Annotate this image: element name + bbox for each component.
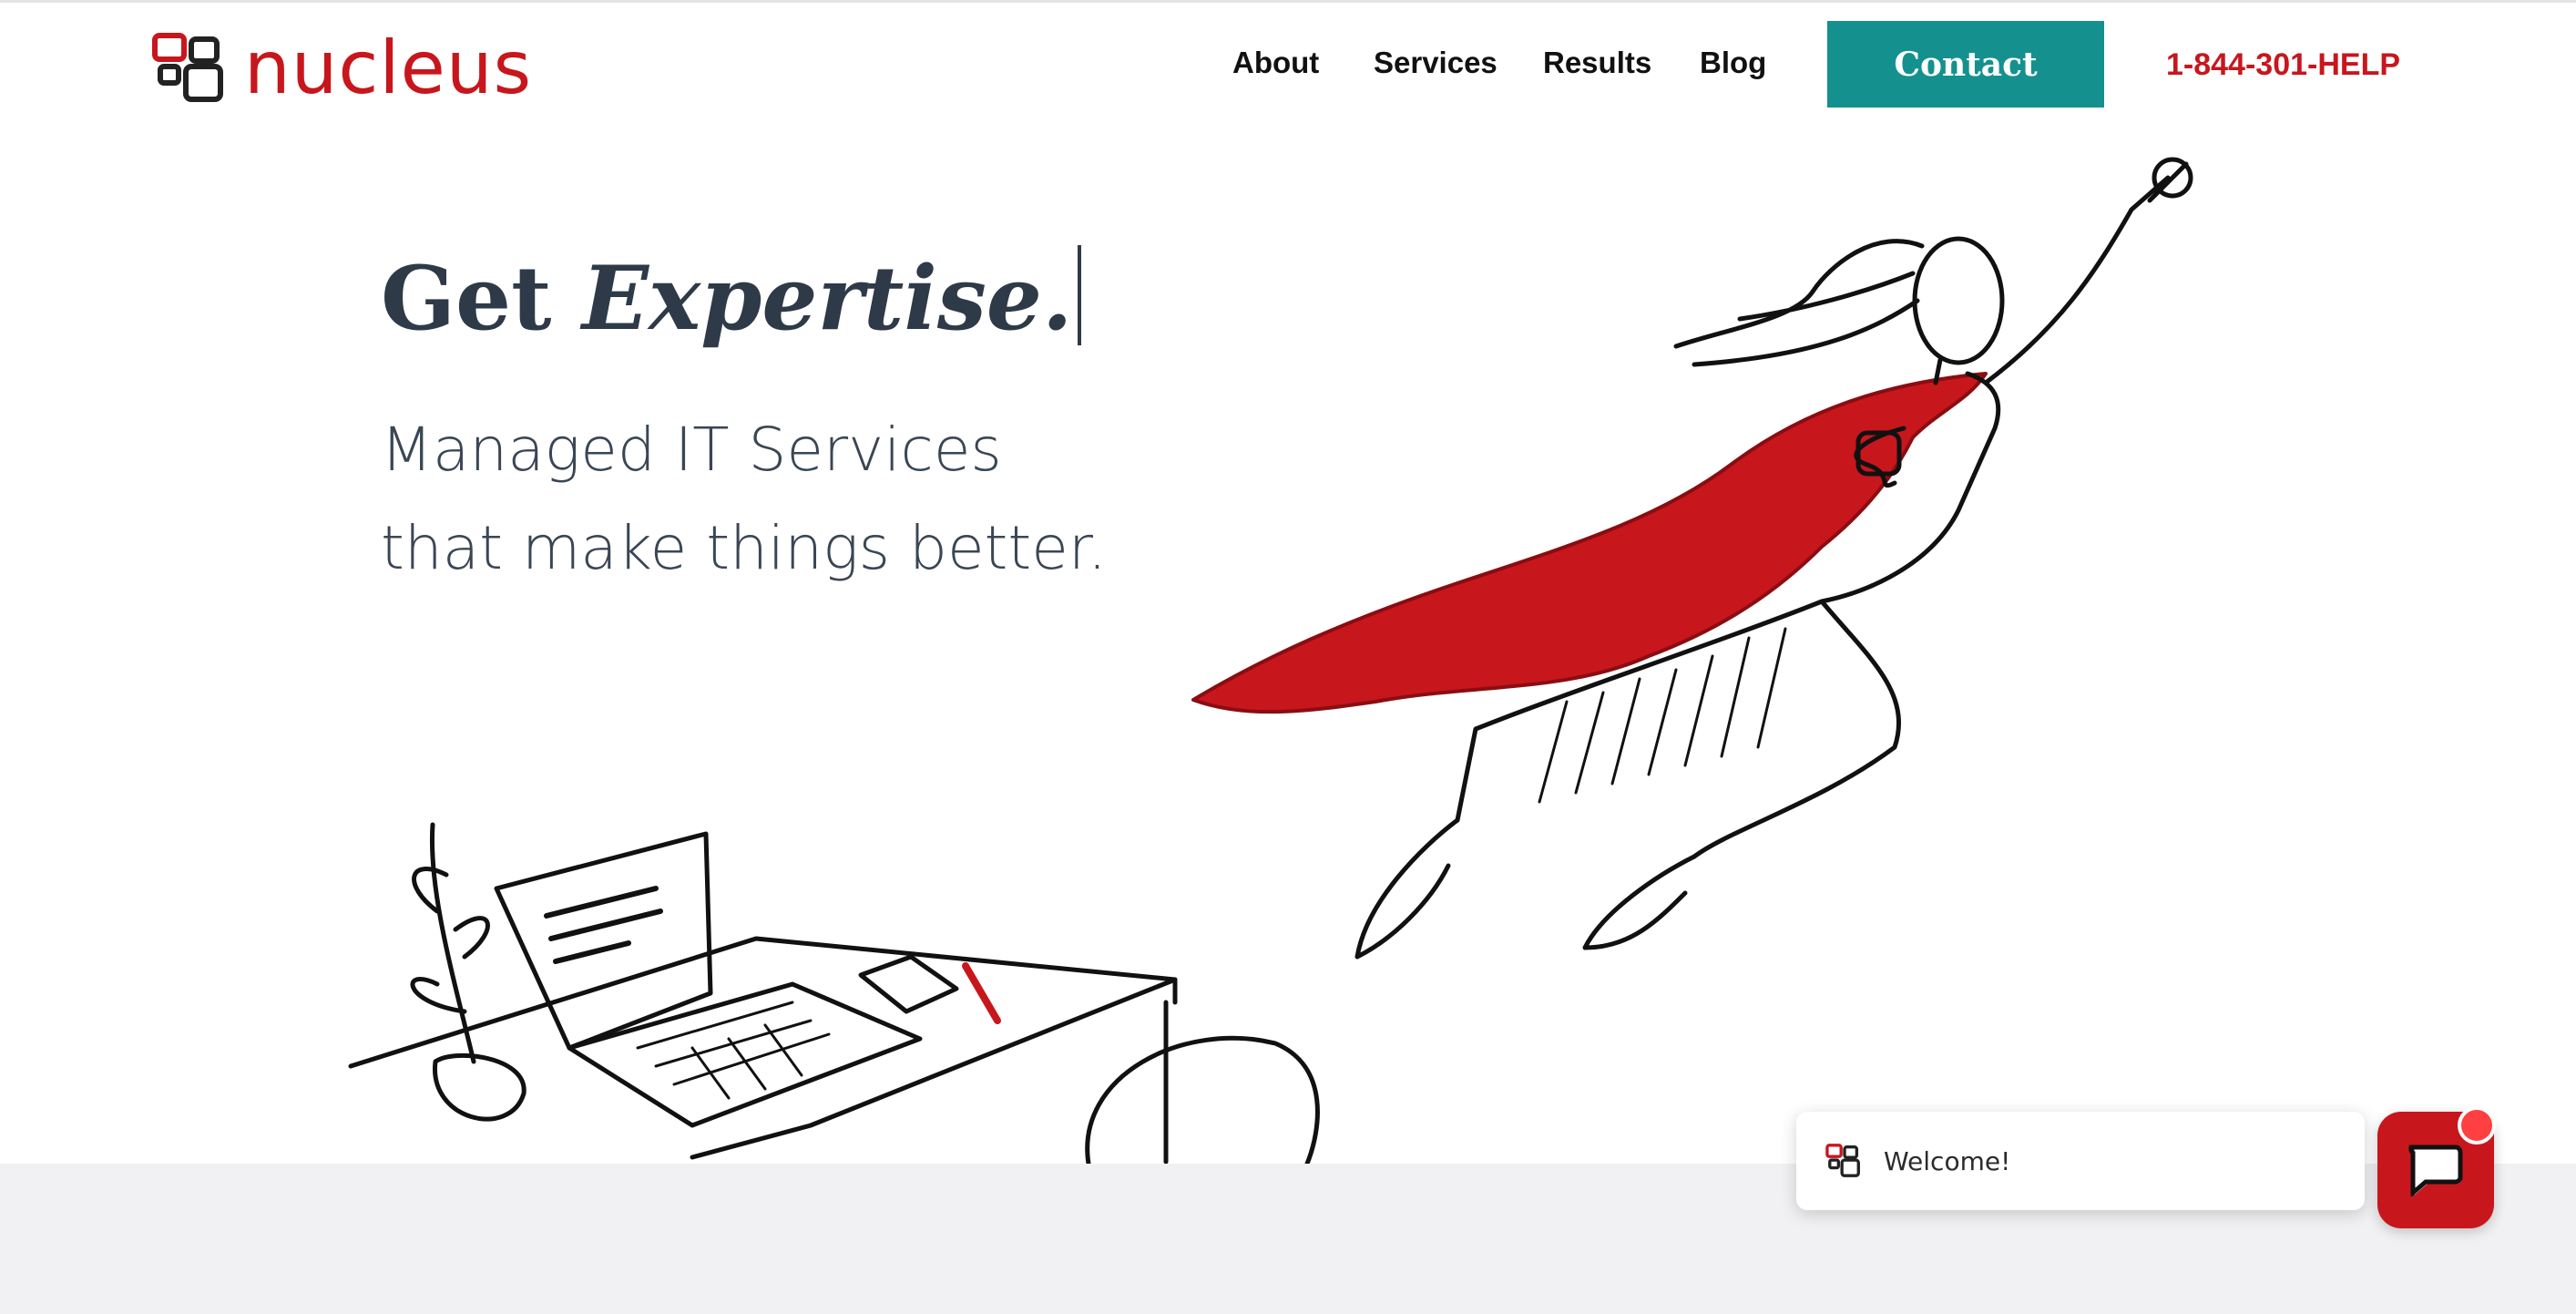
chat-welcome-bubble[interactable]: Welcome! bbox=[1796, 1112, 2365, 1210]
flying-superhero-illustration bbox=[1191, 157, 2193, 960]
desk-laptop-illustration bbox=[348, 822, 1320, 1166]
chat-welcome-text: Welcome! bbox=[1884, 1145, 2011, 1176]
nucleus-chat-avatar-icon bbox=[1825, 1144, 1860, 1177]
chat-bubble-icon bbox=[2408, 1145, 2463, 1196]
chat-notification-badge bbox=[2458, 1106, 2496, 1145]
